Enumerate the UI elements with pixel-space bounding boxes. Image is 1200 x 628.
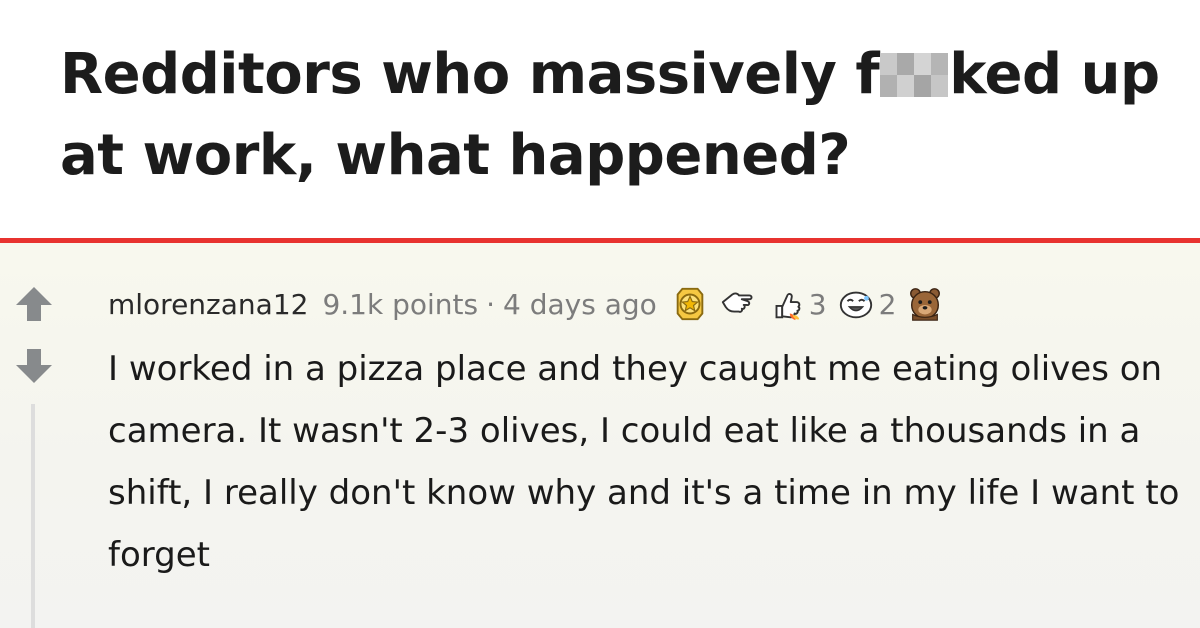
thread-line[interactable]: [31, 404, 35, 628]
downvote-button[interactable]: [14, 346, 54, 386]
pointing-hand-icon: [721, 292, 753, 313]
upvote-button[interactable]: [14, 284, 54, 324]
post-header: Redditors who massively f ked up at work,…: [0, 0, 1200, 240]
post-title: Redditors who massively f ked up at work,…: [60, 34, 1180, 196]
award-count: 3: [808, 287, 827, 321]
award-laughing-face[interactable]: 2: [837, 285, 897, 323]
comment-points: 9.1k points: [322, 287, 479, 321]
meta-separator: ·: [486, 287, 495, 321]
laughing-face-icon: [839, 291, 872, 319]
award-rocket-thumbs-up[interactable]: 3: [767, 285, 827, 323]
upvote-arrow-icon: [16, 287, 52, 321]
award-gold-medal[interactable]: [671, 285, 709, 323]
award-count: 2: [878, 287, 897, 321]
rocket-thumbs-up-icon: [775, 293, 801, 321]
award-pointing-hand[interactable]: [719, 285, 757, 323]
comment-author[interactable]: mlorenzana12: [108, 288, 308, 321]
comment-meta: mlorenzana12 9.1k points · 4 days ago 3: [108, 284, 954, 324]
award-bear-face[interactable]: [906, 285, 944, 323]
gold-medal-icon: [676, 287, 704, 321]
bear-face-icon: [910, 288, 941, 321]
censor-blur: [880, 53, 949, 97]
comment-body: I worked in a pizza place and they caugh…: [108, 349, 1180, 575]
post-title-part-1: Redditors who massively f: [60, 42, 880, 107]
downvote-arrow-icon: [16, 349, 52, 383]
comment-time[interactable]: 4 days ago: [503, 288, 657, 321]
